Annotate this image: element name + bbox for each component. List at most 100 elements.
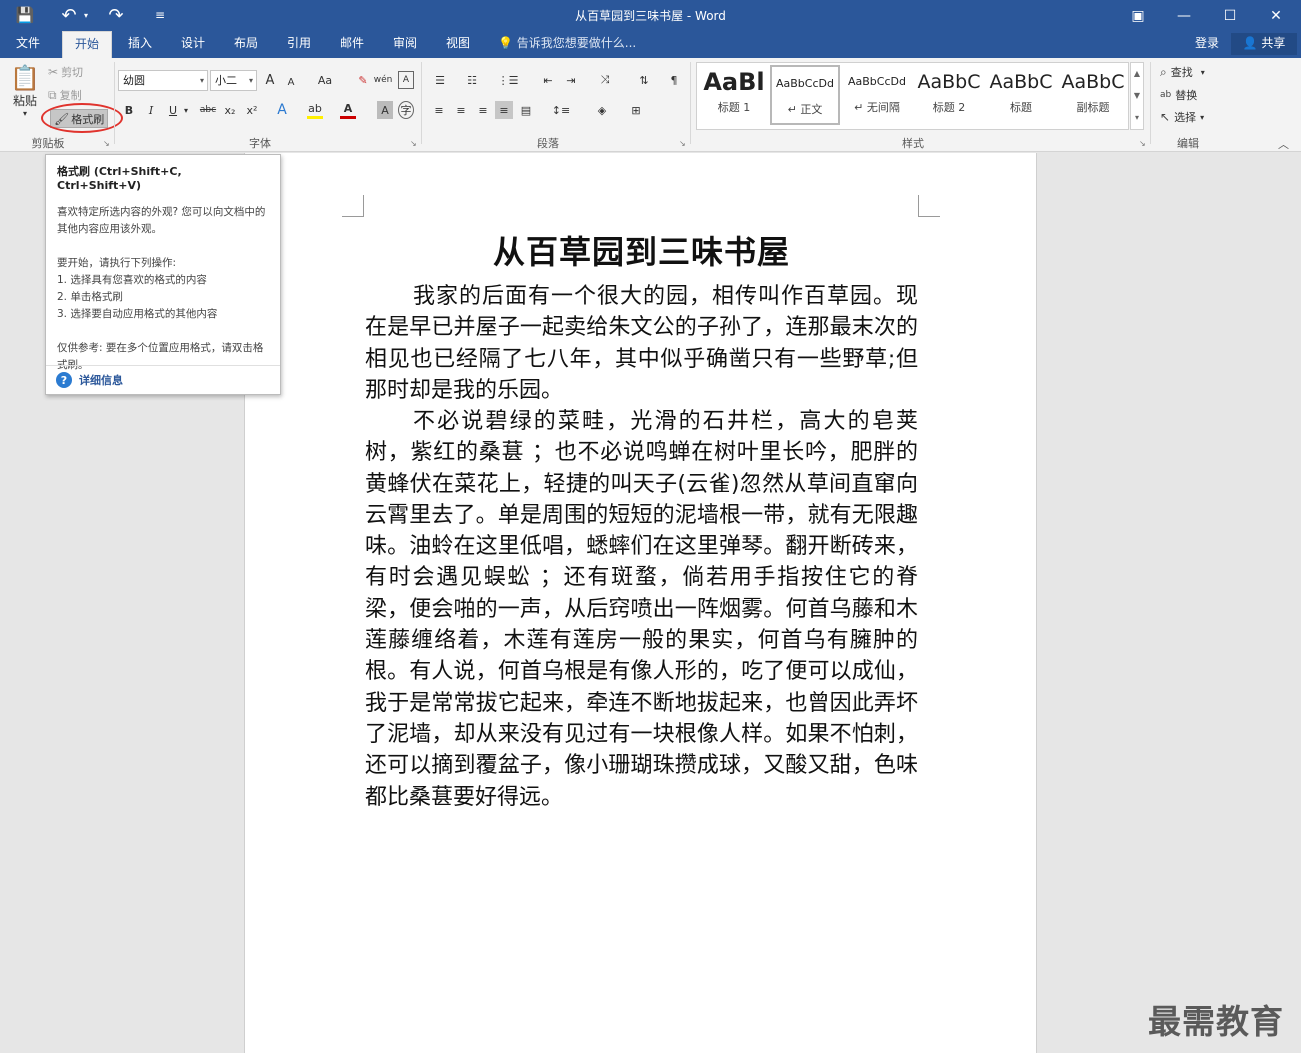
- tab-view[interactable]: 视图: [436, 31, 480, 58]
- shading-icon[interactable]: ◈: [590, 101, 614, 119]
- tab-mailings[interactable]: 邮件: [330, 31, 374, 58]
- clipboard-launcher-icon[interactable]: ↘: [103, 139, 110, 148]
- tab-review[interactable]: 审阅: [383, 31, 427, 58]
- gallery-more-icon[interactable]: ▾: [1131, 107, 1143, 129]
- group-divider: [114, 62, 115, 144]
- style-no-spacing[interactable]: AaBbCcDd ↵ 无间隔: [842, 65, 912, 125]
- style-title[interactable]: AaBbC 标题: [986, 65, 1056, 125]
- maximize-icon[interactable]: ☐: [1207, 0, 1253, 31]
- align-left-icon[interactable]: ≡: [430, 101, 448, 119]
- style-heading-1[interactable]: AaBl 标题 1: [699, 65, 769, 125]
- multilevel-list-icon[interactable]: ⋮☰: [496, 71, 520, 89]
- style-name: 标题: [1010, 101, 1032, 114]
- copy-button[interactable]: ⧉ 复制: [48, 87, 82, 103]
- tab-layout[interactable]: 布局: [224, 31, 268, 58]
- title-bar: 💾 ↶ ▾ ↷ ≡ 从百草园到三味书屋 - Word ▣ — ☐ ✕: [0, 0, 1301, 31]
- borders-icon[interactable]: ⊞: [624, 101, 648, 119]
- style-preview: AaBl: [703, 68, 765, 96]
- underline-dropdown-icon[interactable]: ▾: [178, 101, 194, 119]
- enclose-characters-icon[interactable]: 字: [398, 101, 414, 119]
- text-direction-icon[interactable]: ⤨: [592, 71, 618, 89]
- font-color-icon[interactable]: A: [340, 101, 356, 119]
- numbering-icon[interactable]: ☷: [462, 71, 482, 89]
- text-effects-icon[interactable]: A: [274, 101, 290, 119]
- font-size-box[interactable]: 小二 ▾: [210, 70, 257, 91]
- chevron-down-icon: ▾: [1200, 67, 1205, 77]
- font-size-value: 小二: [215, 74, 237, 87]
- phonetic-guide-icon[interactable]: wén: [374, 71, 393, 89]
- search-icon: ⌕: [1160, 64, 1167, 79]
- strikethrough-button[interactable]: abc: [197, 101, 219, 119]
- show-formatting-icon[interactable]: ¶: [666, 71, 682, 89]
- scroll-up-icon[interactable]: ▲: [1131, 63, 1143, 85]
- bullets-icon[interactable]: ☰: [430, 71, 450, 89]
- font-name-value: 幼圆: [123, 74, 145, 87]
- find-button[interactable]: ⌕ 查找 ▾: [1160, 64, 1205, 80]
- share-label: 共享: [1261, 36, 1286, 50]
- tab-references[interactable]: 引用: [277, 31, 321, 58]
- replace-icon: ab: [1160, 90, 1172, 100]
- collapse-ribbon-icon[interactable]: ︿: [1278, 136, 1289, 152]
- cursor-icon: ↖: [1160, 110, 1171, 124]
- clear-formatting-icon[interactable]: ✎: [355, 71, 371, 89]
- tell-me-more-link[interactable]: ? 详细信息: [46, 365, 280, 394]
- tell-me-box[interactable]: 💡 告诉我您想要做什么...: [498, 31, 636, 58]
- tab-file[interactable]: 文件: [6, 31, 50, 58]
- close-icon[interactable]: ✕: [1253, 0, 1299, 31]
- copy-label: 复制: [59, 89, 82, 102]
- shrink-font-button[interactable]: A: [283, 73, 299, 91]
- tell-me-text: 告诉我您想要做什么...: [516, 36, 637, 50]
- highlight-circle: [41, 103, 123, 133]
- highlight-color-icon[interactable]: ab: [307, 101, 323, 119]
- decrease-indent-icon[interactable]: ⇤: [538, 71, 558, 89]
- style-normal[interactable]: AaBbCcDd ↵ 正文: [770, 65, 840, 125]
- font-name-box[interactable]: 幼圆 ▾: [118, 70, 208, 91]
- style-name: 副标题: [1076, 101, 1110, 114]
- tab-home[interactable]: 开始: [62, 31, 112, 58]
- bold-button[interactable]: B: [121, 101, 137, 119]
- select-button[interactable]: ↖ 选择 ▾: [1160, 109, 1204, 125]
- character-shading-icon[interactable]: A: [377, 101, 393, 119]
- tab-insert[interactable]: 插入: [118, 31, 162, 58]
- increase-indent-icon[interactable]: ⇥: [561, 71, 581, 89]
- lightbulb-icon: 💡: [498, 36, 513, 50]
- superscript-button[interactable]: x²: [244, 101, 260, 119]
- tooltip-step: 1. 选择具有您喜欢的格式的内容: [57, 274, 207, 286]
- group-divider: [421, 62, 422, 144]
- sort-icon[interactable]: ⇅: [634, 71, 654, 89]
- align-right-icon[interactable]: ≡: [474, 101, 492, 119]
- grow-font-button[interactable]: A: [262, 71, 278, 89]
- change-case-button[interactable]: Aa: [311, 71, 339, 89]
- style-name: 标题 2: [932, 101, 966, 114]
- italic-button[interactable]: I: [143, 101, 159, 119]
- style-subtitle[interactable]: AaBbC 副标题: [1058, 65, 1128, 125]
- line-spacing-icon[interactable]: ↕≡: [549, 101, 573, 119]
- paragraph-launcher-icon[interactable]: ↘: [679, 139, 686, 148]
- font-launcher-icon[interactable]: ↘: [410, 139, 417, 148]
- align-center-icon[interactable]: ≡: [452, 101, 470, 119]
- chevron-down-icon: ▾: [199, 76, 204, 85]
- styles-launcher-icon[interactable]: ↘: [1139, 139, 1146, 148]
- tell-me-more-label: 详细信息: [79, 374, 123, 387]
- style-preview: AaBbC: [917, 71, 981, 93]
- paste-button[interactable]: 📋 粘贴 ▾: [9, 64, 41, 128]
- document-page[interactable]: 从百草园到三味书屋 我家的后面有一个很大的园，相传叫作百草园。现在是早已并屋子一…: [244, 153, 1037, 1053]
- style-heading-2[interactable]: AaBbC 标题 2: [914, 65, 984, 125]
- scroll-down-icon[interactable]: ▼: [1131, 85, 1143, 107]
- tooltip-title: 格式刷 (Ctrl+Shift+C, Ctrl+Shift+V): [57, 165, 182, 192]
- justify-icon[interactable]: ≡: [495, 101, 513, 119]
- style-name: ↵ 正文: [787, 103, 823, 116]
- share-button[interactable]: 👤 共享: [1231, 33, 1297, 55]
- cut-button[interactable]: ✂ 剪切: [48, 64, 83, 80]
- gallery-scroll[interactable]: ▲ ▼ ▾: [1130, 62, 1144, 130]
- subscript-button[interactable]: x₂: [222, 101, 238, 119]
- character-border-icon[interactable]: A: [398, 71, 414, 89]
- minimize-icon[interactable]: —: [1161, 0, 1207, 31]
- group-divider: [1150, 62, 1151, 144]
- login-link[interactable]: 登录: [1195, 31, 1219, 56]
- distributed-icon[interactable]: ▤: [517, 101, 535, 119]
- ribbon-display-options-icon[interactable]: ▣: [1115, 0, 1161, 31]
- document-paragraph: 我家的后面有一个很大的园，相传叫作百草园。现在是早已并屋子一起卖给朱文公的子孙了…: [365, 284, 918, 403]
- replace-button[interactable]: ab 替换: [1160, 87, 1197, 103]
- tab-design[interactable]: 设计: [171, 31, 215, 58]
